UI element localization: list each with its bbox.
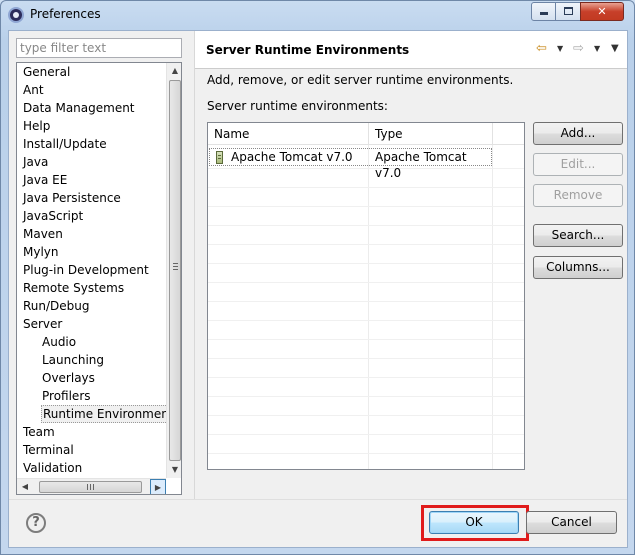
horizontal-scroll-thumb[interactable] [39,481,142,493]
page-header: Server Runtime Environments ⇦ ▼ ⇨ ▼ ▼ [195,31,627,68]
search-button[interactable]: Search... [533,224,623,247]
help-icon[interactable]: ? [26,513,46,533]
tree-item-java-ee[interactable]: Java EE [23,171,67,189]
tree-item-general[interactable]: General [23,63,70,81]
column-header-name[interactable]: Name [208,123,369,145]
tree-item-server[interactable]: Server [23,315,62,333]
row-divider [208,301,524,302]
maximize-icon [563,7,573,15]
row-divider [208,377,524,378]
row-divider [208,282,524,283]
forward-arrow-icon[interactable]: ⇨ [573,41,584,56]
eclipse-app-icon [8,7,24,23]
tree-item-maven[interactable]: Maven [23,225,63,243]
column-header-type[interactable]: Type [369,123,493,145]
tree-item-team[interactable]: Team [23,423,55,441]
tree-item-terminal[interactable]: Terminal [23,441,74,459]
row-divider [208,339,524,340]
tree-item-launching[interactable]: Launching [42,351,104,369]
tree-item-runtime-environments[interactable]: Runtime Environments [41,405,181,423]
row-divider [208,358,524,359]
minimize-icon [539,12,548,15]
tree-item-remote-systems[interactable]: Remote Systems [23,279,124,297]
tree-item-install-update[interactable]: Install/Update [23,135,107,153]
row-divider [208,396,524,397]
cell-name: Apache Tomcat v7.0 [231,150,353,164]
server-runtime-icon [216,151,223,164]
tree-item-javascript[interactable]: JavaScript [23,207,83,225]
back-dropdown-icon[interactable]: ▼ [557,44,563,53]
preference-tree: General Ant Data Management Help Install… [16,62,182,495]
row-divider [208,206,524,207]
tree-item-profilers[interactable]: Profilers [42,387,91,405]
pane-splitter[interactable] [194,31,195,499]
grip-icon [173,263,178,270]
header-divider [195,68,627,69]
ok-button[interactable]: OK [429,511,519,534]
tree-item-java-persistence[interactable]: Java Persistence [23,189,121,207]
edit-button[interactable]: Edit... [533,153,623,176]
tree-item-mylyn[interactable]: Mylyn [23,243,59,261]
row-divider [208,244,524,245]
scroll-down-arrow-icon[interactable]: ▼ [167,462,181,478]
row-divider [208,434,524,435]
minimize-button[interactable] [531,2,556,21]
scroll-left-arrow-icon[interactable]: ◀ [17,479,33,494]
cancel-button[interactable]: Cancel [526,511,617,534]
row-divider [208,263,524,264]
runtime-environments-table[interactable]: Name Type Apache Tomcat v7.0 Apache Tomc… [207,122,525,470]
row-divider [208,320,524,321]
dialog-content: type filter text General Ant Data Manage… [8,30,628,548]
add-button[interactable]: Add... [533,122,623,145]
column-header-filler [493,123,524,145]
column-divider [368,145,369,469]
tree-item-ant[interactable]: Ant [23,81,44,99]
tree-item-audio[interactable]: Audio [42,333,76,351]
row-divider [208,187,524,188]
tree-horizontal-scrollbar[interactable]: ◀ ▶ [17,478,166,494]
view-menu-icon[interactable]: ▼ [611,43,619,54]
tree-item-help[interactable]: Help [23,117,50,135]
remove-button[interactable]: Remove [533,184,623,207]
preferences-window: Preferences ✕ type filter text General A… [0,0,635,555]
cell-type: Apache Tomcat v7.0 [375,150,467,180]
back-arrow-icon[interactable]: ⇦ [536,41,547,56]
tree-vertical-scrollbar[interactable]: ▲ ▼ [166,63,181,478]
tree-item-run-debug[interactable]: Run/Debug [23,297,90,315]
forward-dropdown-icon[interactable]: ▼ [594,44,600,53]
filter-input[interactable]: type filter text [16,38,182,58]
window-title: Preferences [30,7,101,21]
vertical-scroll-thumb[interactable] [169,80,181,461]
close-button[interactable]: ✕ [580,2,624,21]
tree-item-validation[interactable]: Validation [23,459,82,477]
table-row[interactable]: Apache Tomcat v7.0 Apache Tomcat v7.0 [209,148,492,180]
title-bar: Preferences ✕ [1,1,634,29]
scroll-up-arrow-icon[interactable]: ▲ [167,63,181,79]
row-divider [208,453,524,454]
columns-button[interactable]: Columns... [533,256,623,279]
runtime-list-label: Server runtime environments: [207,99,388,113]
row-divider [208,415,524,416]
tree-item-java[interactable]: Java [23,153,48,171]
maximize-button[interactable] [555,2,581,21]
scroll-right-arrow-icon[interactable]: ▶ [150,479,166,494]
page-description: Add, remove, or edit server runtime envi… [207,73,514,87]
close-icon: ✕ [597,5,607,18]
column-divider [492,145,493,469]
tree-item-overlays[interactable]: Overlays [42,369,95,387]
row-divider [208,225,524,226]
button-bar-divider [9,499,627,500]
tree-item-data-management[interactable]: Data Management [23,99,135,117]
page-title: Server Runtime Environments [206,43,410,57]
grip-icon [87,484,94,490]
tree-item-plugin-development[interactable]: Plug-in Development [23,261,149,279]
